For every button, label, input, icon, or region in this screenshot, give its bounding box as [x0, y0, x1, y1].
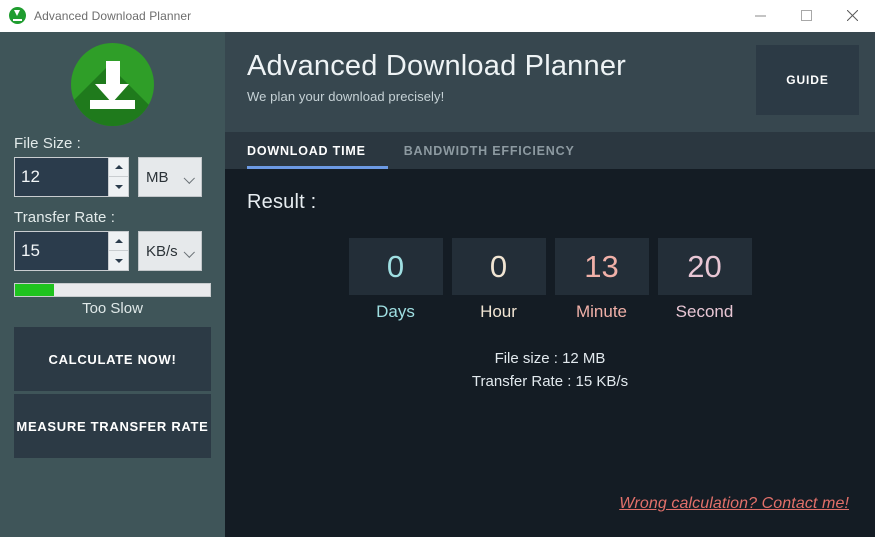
speed-meter-caption: Too Slow	[82, 300, 143, 317]
guide-button[interactable]: GUIDE	[756, 45, 859, 115]
result-summary: File size : 12 MB Transfer Rate : 15 KB/…	[247, 347, 853, 394]
chevron-down-icon	[183, 246, 195, 258]
counter-hour-label: Hour	[480, 302, 517, 321]
main-header: Advanced Download Planner We plan your d…	[225, 32, 875, 132]
contact-link[interactable]: Wrong calculation? Contact me!	[619, 495, 849, 513]
download-circle-icon	[71, 43, 154, 126]
file-size-spin-buttons	[108, 158, 128, 196]
close-button[interactable]	[829, 0, 875, 32]
counter-minute-label: Minute	[575, 302, 628, 321]
speed-meter-fill	[15, 284, 54, 296]
logo-arrow-stem	[105, 61, 120, 86]
counter-days-value: 0	[386, 249, 405, 284]
file-size-input[interactable]	[15, 158, 108, 196]
transfer-rate-input[interactable]	[15, 232, 108, 270]
calculate-now-button[interactable]: CALCULATE NOW!	[14, 327, 211, 391]
file-size-unit-select[interactable]: MB	[138, 157, 202, 197]
maximize-button[interactable]	[783, 0, 829, 32]
file-size-decrement-button[interactable]	[109, 177, 128, 196]
transfer-rate-stepper[interactable]	[14, 231, 129, 271]
speed-meter	[14, 283, 211, 297]
measure-transfer-rate-button[interactable]: MEASURE TRANSFER RATE	[14, 394, 211, 458]
counter-hour: 0 Hour	[451, 238, 546, 322]
window-controls	[737, 0, 875, 32]
file-size-unit-value: MB	[146, 168, 169, 186]
window-title: Advanced Download Planner	[34, 8, 192, 23]
transfer-rate-decrement-button[interactable]	[109, 251, 128, 270]
application-window: Advanced Download Planner File Size: 12…	[0, 0, 875, 537]
counter-minute-value: 13	[584, 249, 619, 284]
title-bar: Advanced Download Planner	[0, 0, 875, 32]
body: File Size : MB Transfer Rate :	[0, 32, 875, 537]
result-label: Result :	[247, 191, 317, 213]
countdown-counters: 0 Days 0 Hour 13 Minute 20 Second	[247, 238, 853, 322]
counter-minute: 13 Minute	[554, 238, 649, 322]
file-size-row: MB	[14, 157, 211, 197]
transfer-rate-label: Transfer Rate :	[14, 209, 115, 226]
tab-bandwidth-efficiency[interactable]: BANDWIDTH EFFICIENCY	[388, 132, 591, 169]
file-size-stepper[interactable]	[14, 157, 129, 197]
transfer-rate-increment-button[interactable]	[109, 232, 128, 251]
counter-minute-box: 13	[554, 238, 649, 295]
minimize-button[interactable]	[737, 0, 783, 32]
summary-file-size: File size : 12 MB	[494, 350, 606, 367]
transfer-rate-unit-value: KB/s	[146, 242, 178, 260]
counter-days: 0 Days	[348, 238, 443, 322]
counter-second-box: 20	[657, 238, 752, 295]
transfer-rate-unit-select[interactable]: KB/s	[138, 231, 202, 271]
sidebar: File Size : MB Transfer Rate :	[0, 32, 225, 537]
counter-hour-box: 0	[451, 238, 546, 295]
counter-hour-value: 0	[489, 249, 508, 284]
file-size-label: File Size :	[14, 135, 81, 152]
tab-download-time[interactable]: DOWNLOAD TIME	[247, 132, 388, 169]
main-content: Advanced Download Planner We plan your d…	[225, 32, 875, 537]
transfer-rate-row: KB/s	[14, 231, 211, 271]
counter-second-value: 20	[687, 249, 722, 284]
transfer-rate-spin-buttons	[108, 232, 128, 270]
logo-container	[14, 32, 211, 133]
file-size-increment-button[interactable]	[109, 158, 128, 177]
counter-days-box: 0	[348, 238, 443, 295]
counter-days-label: Days	[376, 302, 415, 321]
counter-second-label: Second	[675, 302, 734, 321]
summary-transfer-rate: Transfer Rate : 15 KB/s	[471, 373, 629, 391]
tab-bar: DOWNLOAD TIME BANDWIDTH EFFICIENCY	[225, 132, 875, 169]
download-circle-icon	[9, 7, 26, 24]
result-panel: Result : 0 Days 0 Hour 13 Minute 20 Seco…	[225, 169, 875, 537]
chevron-down-icon	[183, 172, 195, 184]
counter-second: 20 Second	[657, 238, 752, 322]
logo-base-bar	[90, 100, 135, 109]
